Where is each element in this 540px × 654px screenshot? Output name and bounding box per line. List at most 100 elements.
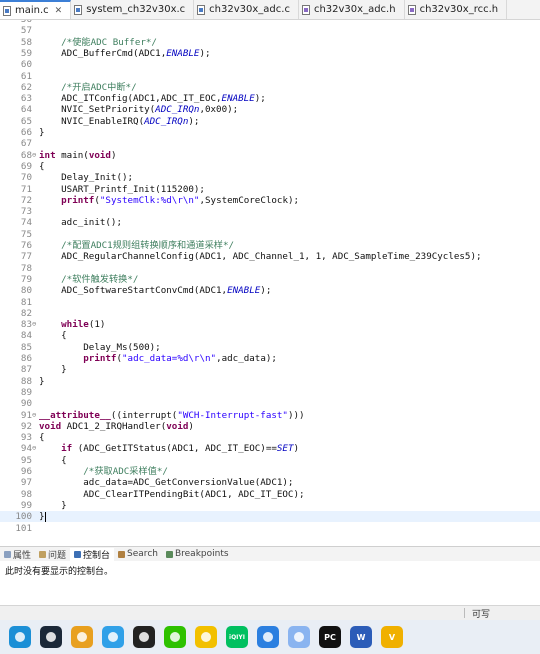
panel-tab-icon <box>74 550 82 558</box>
code-text: /*获取ADC采样值*/ <box>83 466 168 477</box>
panel-tab-label: 问题 <box>48 550 67 561</box>
line-number: 78 <box>20 262 32 274</box>
code-line[interactable]: 101 <box>0 523 540 534</box>
code-text: } <box>39 127 45 138</box>
code-line[interactable]: 96 /*获取ADC采样值*/ <box>0 466 540 477</box>
tab-system-ch32v30x-c[interactable]: system_ch32v30x.c <box>71 0 195 19</box>
panel-tab-icon <box>165 550 173 558</box>
panel-tab-4[interactable]: Breakpoints <box>162 549 233 559</box>
code-text: { <box>39 454 67 466</box>
code-line[interactable]: 93 { <box>0 432 540 443</box>
code-line[interactable]: 92 void ADC1_2_IRQHandler(void) <box>0 421 540 432</box>
code-editor[interactable]: 565758 /*使能ADC Buffer*/59 ADC_BufferCmd(… <box>0 20 540 542</box>
edge-icon[interactable] <box>9 626 31 648</box>
code-line[interactable]: 95 { <box>0 455 540 466</box>
browser-icon[interactable] <box>102 626 124 648</box>
code-line[interactable]: 62 /*开启ADC中断*/ <box>0 82 540 93</box>
line-number: 65 <box>20 115 32 127</box>
qq-icon[interactable] <box>133 626 155 648</box>
iqiyi-icon[interactable]: iQIYI <box>226 626 248 648</box>
code-line[interactable]: 99 } <box>0 500 540 511</box>
line-number: 58 <box>20 36 32 48</box>
code-line[interactable]: 94 ⊖ if (ADC_GetITStatus(ADC1, ADC_IT_EOC… <box>0 443 540 454</box>
c-file-icon <box>3 5 11 16</box>
code-line[interactable]: 82 <box>0 308 540 319</box>
tab-main-c[interactable]: main.c ✕ <box>0 0 72 19</box>
code-line[interactable]: 74 adc_init(); <box>0 217 540 228</box>
code-line[interactable]: 88} <box>0 376 540 387</box>
code-line[interactable]: 58 /*使能ADC Buffer*/ <box>0 37 540 48</box>
fold-toggle-icon[interactable]: ⊖ <box>32 150 38 161</box>
fold-toggle-icon[interactable]: ⊖ <box>32 410 38 421</box>
code-line[interactable]: 70 Delay_Init(); <box>0 172 540 183</box>
code-text: NVIC_SetPriority(ADC_IRQn,0x00); <box>39 104 239 116</box>
code-line[interactable]: 87 } <box>0 364 540 375</box>
code-line[interactable]: 97 adc_data=ADC_GetConversionValue(ADC1)… <box>0 477 540 488</box>
ball-icon[interactable] <box>195 626 217 648</box>
taskbar-icon-shape <box>46 632 56 642</box>
panel-tab-3[interactable]: Search <box>114 549 162 559</box>
mounriver-icon[interactable]: V <box>381 626 403 648</box>
console-message: 此时没有要显示的控制台。 <box>5 567 114 577</box>
tab-label: ch32v30x_adc.h <box>313 4 396 15</box>
code-line[interactable]: 86 printf("adc_data=%d\r\n",adc_data); <box>0 353 540 364</box>
tab-ch32v30x-adc-h[interactable]: ch32v30x_adc.h <box>299 0 405 19</box>
code-line[interactable]: 73 <box>0 206 540 217</box>
code-line[interactable]: 65 NVIC_EnableIRQ(ADC_IRQn); <box>0 116 540 127</box>
app-grid-icon[interactable] <box>71 626 93 648</box>
line-number: 91 <box>20 409 32 421</box>
code-line[interactable]: 60 <box>0 59 540 70</box>
code-line[interactable]: 81 <box>0 297 540 308</box>
line-number: 100 <box>15 511 32 523</box>
line-number: 84 <box>20 330 32 342</box>
cloud-icon[interactable] <box>257 626 279 648</box>
line-number: 97 <box>20 477 32 489</box>
code-line[interactable]: 66} <box>0 127 540 138</box>
code-line[interactable]: 89 <box>0 387 540 398</box>
line-number: 60 <box>20 59 32 71</box>
code-text: /*开启ADC中断*/ <box>61 81 137 93</box>
dots-icon[interactable] <box>288 626 310 648</box>
code-line[interactable]: 71 USART_Printf_Init(115200); <box>0 184 540 195</box>
code-text: { <box>39 432 45 444</box>
word-icon[interactable]: W <box>350 626 372 648</box>
tab-ch32v30x-adc-c[interactable]: ch32v30x_adc.c <box>194 0 299 19</box>
code-line[interactable]: 83 ⊖ while(1) <box>0 319 540 330</box>
code-text: } <box>39 499 67 511</box>
close-icon[interactable]: ✕ <box>55 6 63 16</box>
code-line[interactable]: 90 <box>0 398 540 409</box>
fold-toggle-icon[interactable]: ⊖ <box>32 319 38 330</box>
tab-ch32v30x-rcc-h[interactable]: ch32v30x_rcc.h <box>405 0 508 19</box>
code-line[interactable]: 69 { <box>0 161 540 172</box>
code-line[interactable]: 100} <box>0 511 540 523</box>
panel-tab-1[interactable]: 问题 <box>35 548 70 561</box>
code-line[interactable]: 91 ⊖ __attribute__((interrupt("WCH-Interru… <box>0 410 540 421</box>
code-line[interactable]: 84 { <box>0 330 540 341</box>
code-line[interactable]: 79 /*软件触发转换*/ <box>0 274 540 285</box>
line-number: 79 <box>20 273 32 285</box>
code-line[interactable]: 72 printf("SystemClk:%d\r\n",SystemCoreC… <box>0 195 540 206</box>
code-line[interactable]: 63 ADC_ITConfig(ADC1,ADC_IT_EOC,ENABLE); <box>0 93 540 104</box>
panel-tab-0[interactable]: 属性 <box>0 548 35 561</box>
steam-icon[interactable] <box>40 626 62 648</box>
code-line[interactable]: 64 NVIC_SetPriority(ADC_IRQn,0x00); <box>0 104 540 115</box>
code-line[interactable]: 61 <box>0 71 540 82</box>
code-line[interactable]: 57 <box>0 25 540 36</box>
code-line[interactable]: 67 <box>0 138 540 149</box>
code-line[interactable]: 80 ADC_SoftwareStartConvCmd(ADC1,ENABLE)… <box>0 285 540 296</box>
code-line[interactable]: 76 /*配置ADC1规则组转换顺序和通道采样*/ <box>0 240 540 251</box>
fold-toggle-icon[interactable]: ⊖ <box>32 443 38 454</box>
code-line[interactable]: 98 ADC_ClearITPendingBit(ADC1, ADC_IT_EO… <box>0 489 540 500</box>
code-line[interactable]: 78 <box>0 263 540 274</box>
panel-tab-2[interactable]: 控制台 <box>70 547 115 561</box>
wechat-icon[interactable] <box>164 626 186 648</box>
code-line[interactable]: 75 <box>0 229 540 240</box>
bottom-panel: 属性 问题 控制台 Search Breakpoints 此时没有要显示的控制台。 <box>0 546 540 607</box>
code-line[interactable]: 77 ADC_RegularChannelConfig(ADC1, ADC_Ch… <box>0 251 540 262</box>
code-line[interactable]: 85 Delay_Ms(500); <box>0 342 540 353</box>
editor-tab-bar: main.c ✕ system_ch32v30x.c ch32v30x_adc.c ch… <box>0 0 540 20</box>
pycharm-icon[interactable]: PC <box>319 626 341 648</box>
code-line[interactable]: 68 ⊖ int main(void) <box>0 150 540 161</box>
status-separator <box>464 608 465 618</box>
code-line[interactable]: 59 ADC_BufferCmd(ADC1,ENABLE); <box>0 48 540 59</box>
